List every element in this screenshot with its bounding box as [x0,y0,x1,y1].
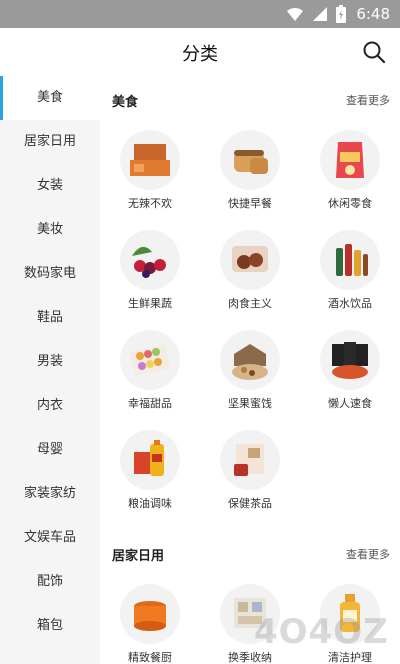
category-item[interactable]: 精致餐厨 [100,584,200,664]
category-item[interactable]: 坚果蜜饯 [200,330,300,430]
sidebar-item-food[interactable]: 美食 [0,76,100,120]
see-more-link[interactable]: 查看更多 [346,92,390,108]
category-content: 美食 查看更多 无辣不欢 快捷早餐 休闲零食 生鲜果蔬 肉食主义 酒水饮品 幸福… [100,76,400,664]
sidebar-item-entertainment-auto[interactable]: 文娱车品 [0,516,100,560]
nuts-icon [220,330,280,390]
category-item[interactable]: 无辣不欢 [100,130,200,230]
category-item[interactable]: 酒水饮品 [300,230,400,330]
drinks-icon [320,230,380,290]
tea-icon [220,430,280,490]
sidebar-item-underwear[interactable]: 内衣 [0,384,100,428]
category-item[interactable]: 休闲零食 [300,130,400,230]
sidebar-item-home-textiles[interactable]: 家装家纺 [0,472,100,516]
sidebar-item-womenswear[interactable]: 女装 [0,164,100,208]
watermark-logo: 4O4OZ [254,611,394,660]
category-item[interactable]: 懒人速食 [300,330,400,430]
bread-icon [220,130,280,190]
sidebar-item-makeup[interactable]: 美妆 [0,208,100,252]
sidebar-item-baby[interactable]: 母婴 [0,428,100,472]
status-bar: 6:48 [0,0,400,28]
category-item[interactable]: 生鲜果蔬 [100,230,200,330]
oil-icon [120,430,180,490]
sidebar-item-shoes[interactable]: 鞋品 [0,296,100,340]
sidebar-item-bags[interactable]: 箱包 [0,604,100,648]
section-title: 美食 [112,95,139,110]
page-title: 分类 [182,44,218,65]
section-title: 居家日用 [112,549,165,564]
category-item[interactable]: 快捷早餐 [200,130,300,230]
category-item[interactable]: 保健茶品 [200,430,300,530]
sidebar-item-accessories[interactable]: 配饰 [0,560,100,604]
category-item[interactable]: 幸福甜品 [100,330,200,430]
category-sidebar: 美食 居家日用 女装 美妆 数码家电 鞋品 男装 内衣 母婴 家装家纺 文娱车品… [0,76,100,664]
instant-noodle-icon [320,330,380,390]
cookware-icon [120,584,180,644]
top-app-bar: 分类 [0,28,400,76]
signal-icon [313,7,328,21]
see-more-link[interactable]: 查看更多 [346,546,390,562]
sidebar-item-household[interactable]: 居家日用 [0,120,100,164]
chips-icon [320,130,380,190]
category-item[interactable]: 粮油调味 [100,430,200,530]
macaron-icon [120,330,180,390]
battery-icon [336,5,347,23]
fruit-icon [120,230,180,290]
sidebar-item-menswear[interactable]: 男装 [0,340,100,384]
meat-icon [220,230,280,290]
status-time: 6:48 [356,5,390,23]
svg-text:4O4OZ: 4O4OZ [254,612,389,651]
wifi-icon [287,7,304,21]
category-item[interactable]: 肉食主义 [200,230,300,330]
sidebar-item-digital[interactable]: 数码家电 [0,252,100,296]
spicy-snack-icon [120,130,180,190]
search-icon[interactable] [362,40,386,64]
